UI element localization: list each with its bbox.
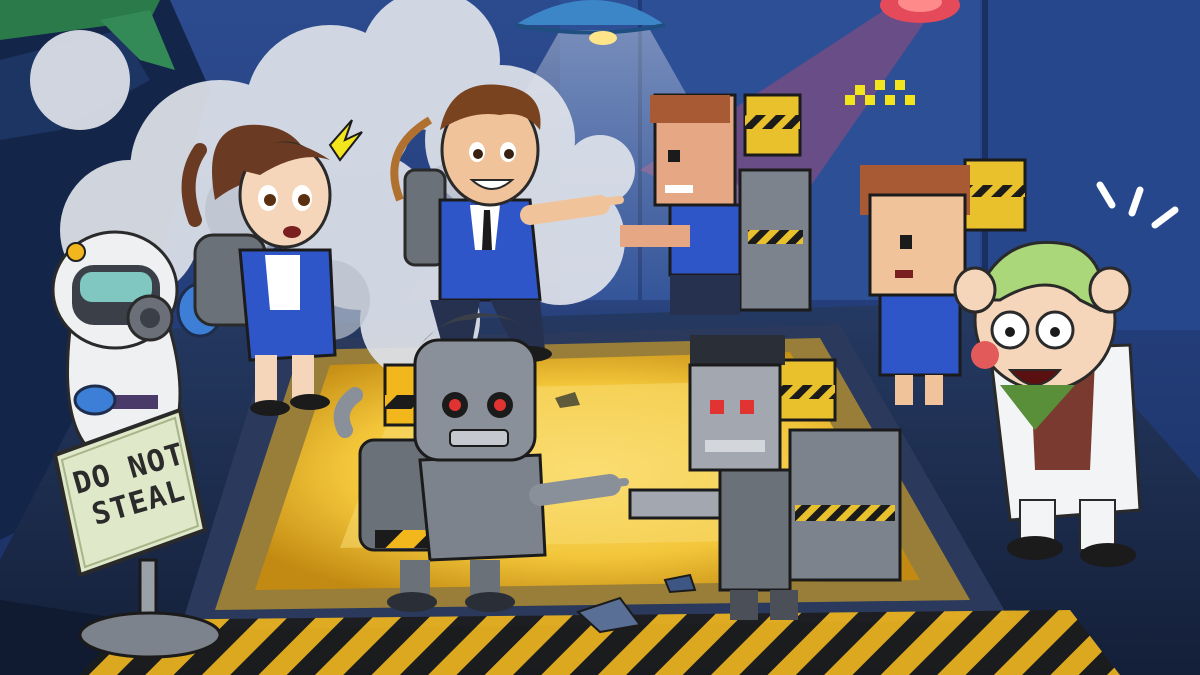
game-scene: DO NOT STEAL: [0, 0, 1200, 675]
scene-artwork: [0, 0, 1200, 675]
